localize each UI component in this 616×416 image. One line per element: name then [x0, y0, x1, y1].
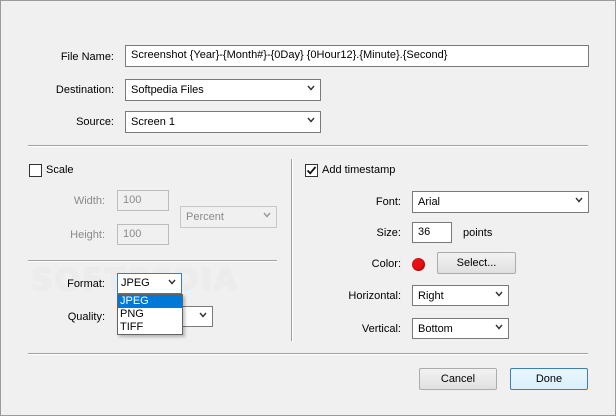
chevron-down-icon	[575, 196, 583, 204]
color-label: Color:	[371, 258, 401, 270]
horizontal-value: Right	[418, 290, 444, 302]
size-unit-label: points	[463, 227, 493, 239]
color-swatch	[412, 258, 425, 271]
chevron-down-icon	[307, 116, 315, 124]
chevron-down-icon	[307, 84, 315, 92]
height-label: Height:	[70, 229, 105, 241]
checkmark-icon	[306, 166, 317, 175]
scale-unit-value: Percent	[186, 211, 224, 223]
source-label: Source:	[76, 116, 114, 128]
chevron-down-icon	[495, 323, 503, 331]
screenshot-settings-dialog: File Name: Screenshot {Year}-{Month#}-{0…	[0, 0, 616, 416]
vertical-value: Bottom	[418, 323, 453, 335]
font-value: Arial	[418, 196, 441, 208]
chevron-down-icon	[495, 290, 503, 298]
source-select[interactable]: Screen 1	[125, 111, 321, 133]
destination-select[interactable]: Softpedia Files	[125, 79, 321, 101]
size-input[interactable]: 36	[412, 222, 452, 243]
chevron-down-icon	[168, 278, 176, 286]
format-dropdown-list: JPEG PNG TIFF	[117, 294, 183, 335]
source-value: Screen 1	[131, 116, 176, 128]
bottom-separator	[28, 353, 588, 355]
top-separator	[28, 145, 588, 147]
horizontal-label: Horizontal:	[348, 290, 401, 302]
done-button[interactable]: Done	[510, 368, 588, 390]
vertical-label: Vertical:	[361, 323, 401, 335]
horizontal-select[interactable]: Right	[412, 285, 509, 306]
font-label: Font:	[375, 196, 401, 208]
vertical-separator	[291, 159, 293, 341]
scale-checkbox[interactable]	[29, 164, 42, 177]
format-option-tiff[interactable]: TIFF	[118, 321, 182, 334]
font-select[interactable]: Arial	[412, 191, 589, 213]
chevron-down-icon	[199, 311, 207, 319]
width-input[interactable]: 100	[117, 190, 169, 211]
destination-value: Softpedia Files	[131, 84, 204, 96]
height-input[interactable]: 100	[117, 224, 169, 245]
width-label: Width:	[73, 195, 105, 207]
timestamp-checkbox[interactable]	[305, 164, 318, 177]
select-color-button[interactable]: Select...	[437, 252, 516, 274]
format-value: JPEG	[121, 277, 150, 289]
file-name-input[interactable]: Screenshot {Year}-{Month#}-{0Day} {0Hour…	[125, 45, 589, 67]
scale-label: Scale	[46, 164, 74, 176]
scale-unit-select[interactable]: Percent	[180, 206, 277, 228]
file-name-label: File Name:	[60, 51, 114, 63]
cancel-button[interactable]: Cancel	[419, 368, 497, 390]
quality-label: Quality:	[67, 311, 105, 323]
left-separator	[28, 260, 277, 262]
vertical-select[interactable]: Bottom	[412, 318, 509, 339]
format-select[interactable]: JPEG	[117, 273, 182, 294]
format-option-png[interactable]: PNG	[118, 308, 182, 321]
chevron-down-icon	[263, 211, 271, 219]
format-option-jpeg[interactable]: JPEG	[118, 295, 182, 308]
format-label: Format:	[67, 278, 105, 290]
timestamp-label: Add timestamp	[322, 164, 396, 176]
destination-label: Destination:	[55, 84, 114, 96]
size-label: Size:	[376, 227, 401, 239]
